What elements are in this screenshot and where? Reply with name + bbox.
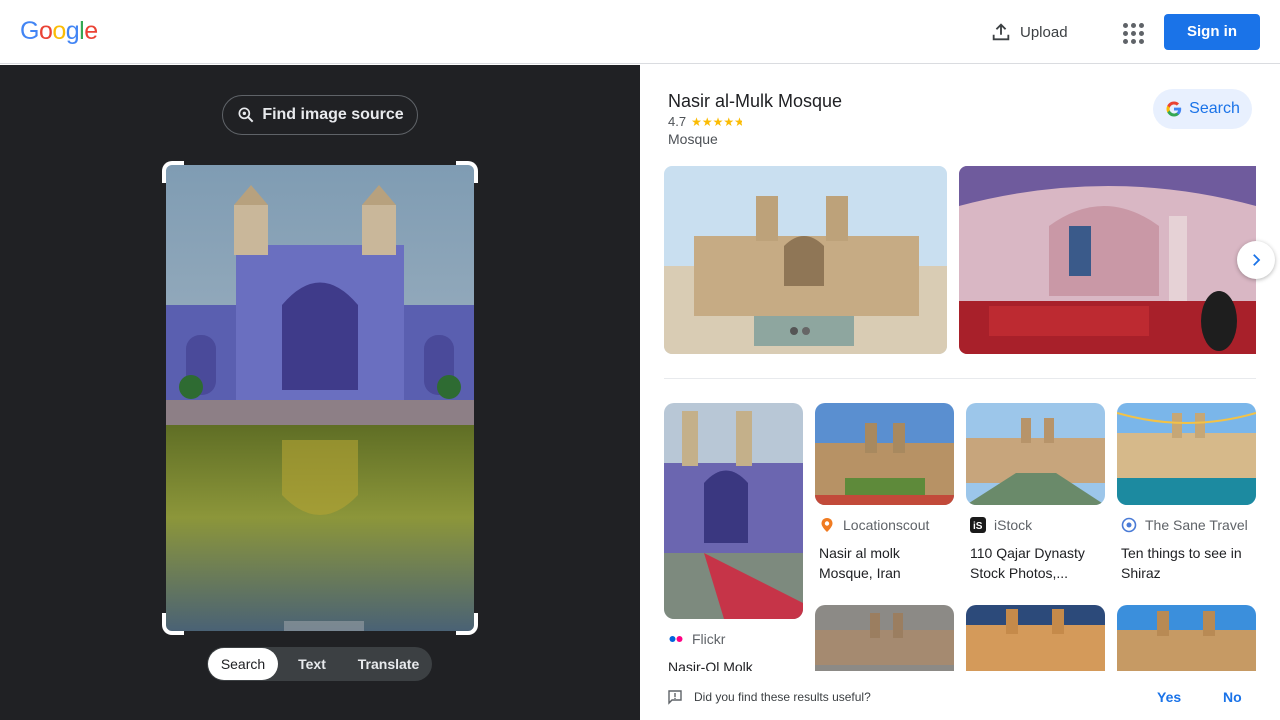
mode-translate-tab[interactable]: Translate [346,648,431,680]
query-image [166,165,474,631]
entity-title[interactable]: Nasir al-Mulk Mosque [668,91,842,112]
results-panel: Nasir al-Mulk Mosque 4.7 ★★★★★ Mosque Se… [640,65,1280,720]
chevron-right-icon [1253,254,1261,266]
result-source-label: iStock [994,517,1033,533]
crop-handle-bottom-left[interactable] [162,613,184,635]
logo-letter: G [20,17,39,45]
flickr-icon [669,636,683,642]
result-title[interactable]: 110 Qajar Dynasty Stock Photos,... [970,543,1106,583]
svg-text:iS: iS [973,521,983,532]
entity-image-interior[interactable] [959,166,1256,354]
crop-handle-top-right[interactable] [456,161,478,183]
feedback-icon [668,690,682,705]
apps-grid-icon[interactable] [1118,18,1146,46]
result-card[interactable]: iS iStock 110 Qajar Dynasty Stock Photos… [966,403,1106,583]
locationscout-icon [821,518,833,532]
result-source: Flickr [668,631,804,647]
find-image-source-label: Find image source [262,106,404,123]
crop-handle-top-left[interactable] [162,161,184,183]
image-preview-panel: Find image source Search Text Translate [0,65,640,720]
crop-region[interactable] [162,161,478,635]
mode-search-tab[interactable]: Search [208,648,278,680]
lens-search-icon [238,107,254,123]
result-source: The Sane Travel [1121,517,1257,533]
rating-value: 4.7 [668,114,687,129]
logo-letter: g [65,17,80,45]
result-card[interactable]: Flickr Nasir-Ol Molk [664,403,804,677]
result-thumbnail [815,403,954,505]
google-logo[interactable]: Google [20,17,98,46]
logo-letter: e [84,17,98,45]
entity-image-courtyard[interactable] [664,166,947,354]
google-search-button[interactable]: Search [1153,89,1252,129]
istock-icon: iS [970,517,986,533]
carousel-next-button[interactable] [1237,241,1275,279]
lens-mode-switcher: Search Text Translate [207,647,432,681]
upload-label: Upload [1020,23,1068,41]
top-header: Google Upload Sign in [0,0,1280,64]
result-source-label: The Sane Travel [1145,517,1248,533]
result-thumbnail [966,403,1105,505]
result-thumbnail [1117,403,1256,505]
result-title[interactable]: Nasir al molk Mosque, Iran [819,543,955,583]
result-card[interactable]: Locationscout Nasir al molk Mosque, Iran [815,403,955,583]
google-g-icon [1166,101,1182,117]
sane-travel-icon [1121,517,1137,533]
result-source-label: Locationscout [843,517,930,533]
result-source: iS iStock [970,517,1106,533]
feedback-yes-button[interactable]: Yes [1157,689,1181,705]
feedback-bar: Did you find these results useful? Yes N… [640,671,1280,720]
entity-category: Mosque [668,131,718,147]
google-search-label: Search [1189,100,1240,117]
section-divider [664,378,1256,379]
logo-letter: o [52,17,66,45]
result-title[interactable]: Ten things to see in Shiraz [1121,543,1257,583]
result-card[interactable]: The Sane Travel Ten things to see in Shi… [1117,403,1257,583]
find-image-source-button[interactable]: Find image source [222,95,418,135]
logo-letter: o [38,17,53,45]
upload-button[interactable]: Upload [990,18,1068,46]
rating-stars-icon: ★★★★★ [691,114,743,129]
feedback-no-button[interactable]: No [1223,689,1242,705]
crop-handle-bottom-right[interactable] [456,613,478,635]
result-thumbnail [664,403,803,619]
result-source: Locationscout [819,517,955,533]
upload-icon [992,23,1010,41]
entity-rating: 4.7 ★★★★★ [668,114,742,129]
mode-text-tab[interactable]: Text [278,648,346,680]
sign-in-button[interactable]: Sign in [1164,14,1260,50]
feedback-question: Did you find these results useful? [694,690,871,704]
result-source-label: Flickr [692,631,726,647]
